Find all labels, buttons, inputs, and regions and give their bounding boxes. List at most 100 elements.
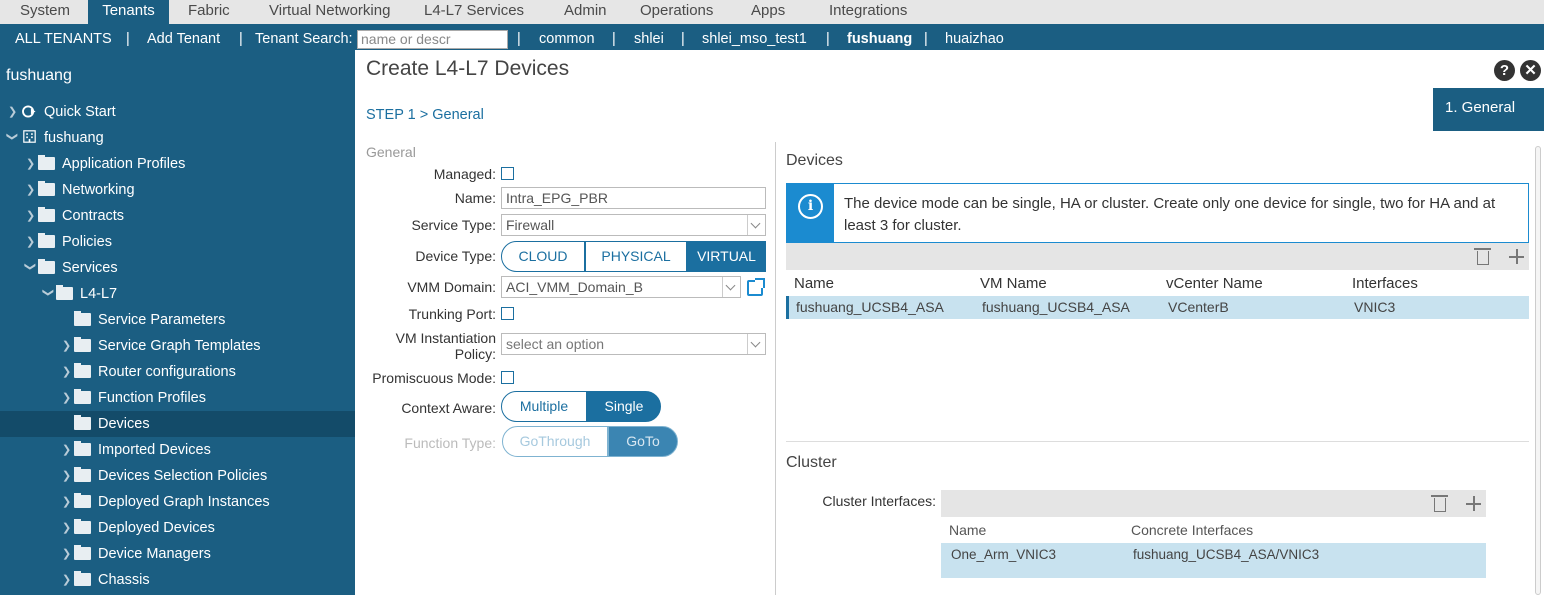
chevron-right-icon[interactable]: ❯ (26, 177, 38, 203)
table-row[interactable]: One_Arm_VNIC3 fushuang_UCSB4_ASA/VNIC3 (941, 543, 1486, 578)
tenant-bar: ALL TENANTS | Add Tenant | Tenant Search… (0, 24, 1544, 50)
create-devices-dialog: Create L4-L7 Devices ? ✕ STEP 1 > Genera… (355, 50, 1544, 595)
chevron-right-icon[interactable]: ❯ (62, 385, 74, 411)
chevron-right-icon[interactable]: ❯ (62, 359, 74, 385)
chevron-right-icon[interactable]: ❯ (62, 515, 74, 541)
cell-vcenter-name: VCenterB (1168, 299, 1229, 315)
context-aware-single[interactable]: Single (587, 391, 661, 422)
tree-item-service-graph-templates[interactable]: ❯ Service Graph Templates (0, 333, 355, 359)
tree-item-devices[interactable]: Devices (0, 411, 355, 437)
promiscuous-mode-checkbox[interactable] (501, 371, 514, 384)
folder-icon (38, 181, 55, 196)
scrollbar-thumb[interactable] (1535, 146, 1541, 595)
chevron-right-icon[interactable]: ❯ (26, 203, 38, 229)
managed-checkbox[interactable] (501, 167, 514, 180)
tree-item-deployed-devices[interactable]: ❯ Deployed Devices (0, 515, 355, 541)
tree-item-application-profiles[interactable]: ❯ Application Profiles (0, 151, 355, 177)
tab-operations[interactable]: Operations (640, 0, 713, 24)
function-type-gothrough[interactable]: GoThrough (502, 426, 608, 457)
tree-item-deployed-graph-instances[interactable]: ❯ Deployed Graph Instances (0, 489, 355, 515)
folder-icon (38, 207, 55, 222)
tree-item-device-managers[interactable]: ❯ Device Managers (0, 541, 355, 567)
column-concrete-interfaces[interactable]: Concrete Interfaces (1131, 522, 1253, 538)
chevron-right-icon[interactable]: ❯ (62, 333, 74, 359)
tenant-search-input[interactable]: name or descr (357, 30, 508, 49)
trash-icon[interactable] (1474, 248, 1491, 265)
chevron-right-icon[interactable]: ❯ (26, 229, 38, 255)
tree-item-function-profiles[interactable]: ❯ Function Profiles (0, 385, 355, 411)
tree-item-tenant-fushuang[interactable]: ❯ fushuang (0, 125, 355, 151)
tab-tenants[interactable]: Tenants (88, 0, 169, 24)
external-link-icon[interactable] (747, 278, 765, 296)
chevron-right-icon[interactable]: ❯ (62, 541, 74, 567)
tree-item-devices-selection-policies[interactable]: ❯ Devices Selection Policies (0, 463, 355, 489)
building-icon (23, 130, 36, 143)
tree-item-l4-l7[interactable]: ❯ L4-L7 (0, 281, 355, 307)
tree-item-imported-devices[interactable]: ❯ Imported Devices (0, 437, 355, 463)
service-type-select[interactable]: Firewall (501, 214, 766, 236)
chevron-right-icon[interactable]: ❯ (8, 99, 20, 125)
column-interfaces[interactable]: Interfaces (1352, 275, 1418, 292)
top-navigation: System Tenants Fabric Virtual Networking… (0, 0, 1544, 24)
column-vcenter-name[interactable]: vCenter Name (1166, 275, 1263, 292)
folder-icon (38, 259, 55, 274)
column-cluster-name[interactable]: Name (949, 522, 986, 538)
folder-icon (74, 311, 91, 326)
tree-item-networking[interactable]: ❯ Networking (0, 177, 355, 203)
tab-integrations[interactable]: Integrations (829, 0, 907, 24)
name-input[interactable]: Intra_EPG_PBR (501, 187, 766, 209)
folder-icon (74, 545, 91, 560)
tree-item-quick-start[interactable]: ❯ Quick Start (0, 99, 355, 125)
folder-icon (74, 519, 91, 534)
chevron-down-icon (747, 215, 765, 235)
device-type-cloud[interactable]: CLOUD (501, 241, 585, 272)
help-button[interactable]: ? (1494, 60, 1515, 81)
devices-toolbar (786, 243, 1529, 270)
tab-apps[interactable]: Apps (751, 0, 785, 24)
navigation-tree: fushuang ❯ Quick Start ❯ fushuang ❯ Appl… (0, 50, 355, 595)
trunking-port-checkbox[interactable] (501, 307, 514, 320)
device-type-physical[interactable]: PHYSICAL (585, 241, 687, 272)
cell-cluster-name: One_Arm_VNIC3 (951, 547, 1057, 562)
vmm-domain-select[interactable]: ACI_VMM_Domain_B (501, 276, 741, 298)
managed-label: Managed: (433, 166, 496, 182)
context-aware-multiple[interactable]: Multiple (501, 391, 587, 422)
column-name[interactable]: Name (794, 275, 834, 292)
folder-icon (74, 571, 91, 586)
tab-fabric[interactable]: Fabric (188, 0, 230, 24)
tree-item-policies[interactable]: ❯ Policies (0, 229, 355, 255)
tree-item-chassis[interactable]: ❯ Chassis (0, 567, 355, 593)
tree-item-contracts[interactable]: ❯ Contracts (0, 203, 355, 229)
chevron-right-icon[interactable]: ❯ (62, 437, 74, 463)
chevron-right-icon[interactable]: ❯ (26, 151, 38, 177)
vm-instantiation-label-line1: VM Instantiation (395, 330, 496, 346)
tree-item-service-parameters[interactable]: Service Parameters (0, 307, 355, 333)
column-vm-name[interactable]: VM Name (980, 275, 1047, 292)
tab-virtual-networking[interactable]: Virtual Networking (269, 0, 390, 24)
tree-item-services[interactable]: ❯ Services (0, 255, 355, 281)
scrollbar[interactable] (1532, 146, 1544, 595)
tab-l4-l7-services[interactable]: L4-L7 Services (424, 0, 524, 24)
vm-instantiation-select[interactable]: select an option (501, 333, 766, 355)
tree-item-router-configurations[interactable]: ❯ Router configurations (0, 359, 355, 385)
tab-admin[interactable]: Admin (564, 0, 607, 24)
tab-system[interactable]: System (20, 0, 70, 24)
function-type-goto[interactable]: GoTo (608, 426, 678, 457)
close-button[interactable]: ✕ (1520, 60, 1541, 81)
trash-icon[interactable] (1431, 495, 1448, 512)
quick-start-icon (22, 105, 36, 118)
panel-divider (775, 142, 776, 595)
device-type-virtual[interactable]: VIRTUAL (687, 241, 766, 272)
info-icon: i (798, 194, 823, 219)
plus-icon[interactable] (1509, 249, 1524, 264)
chevron-right-icon[interactable]: ❯ (62, 567, 74, 593)
device-mode-info: i The device mode can be single, HA or c… (786, 183, 1529, 243)
cell-interfaces: VNIC3 (1354, 299, 1396, 315)
function-type-label: Function Type: (404, 435, 496, 451)
panel-divider-line (786, 441, 1529, 442)
chevron-right-icon[interactable]: ❯ (62, 489, 74, 515)
step-tab-general[interactable]: 1. General (1433, 88, 1544, 131)
chevron-right-icon[interactable]: ❯ (62, 463, 74, 489)
table-row[interactable]: fushuang_UCSB4_ASA fushuang_UCSB4_ASA VC… (786, 296, 1529, 319)
plus-icon[interactable] (1466, 496, 1481, 511)
